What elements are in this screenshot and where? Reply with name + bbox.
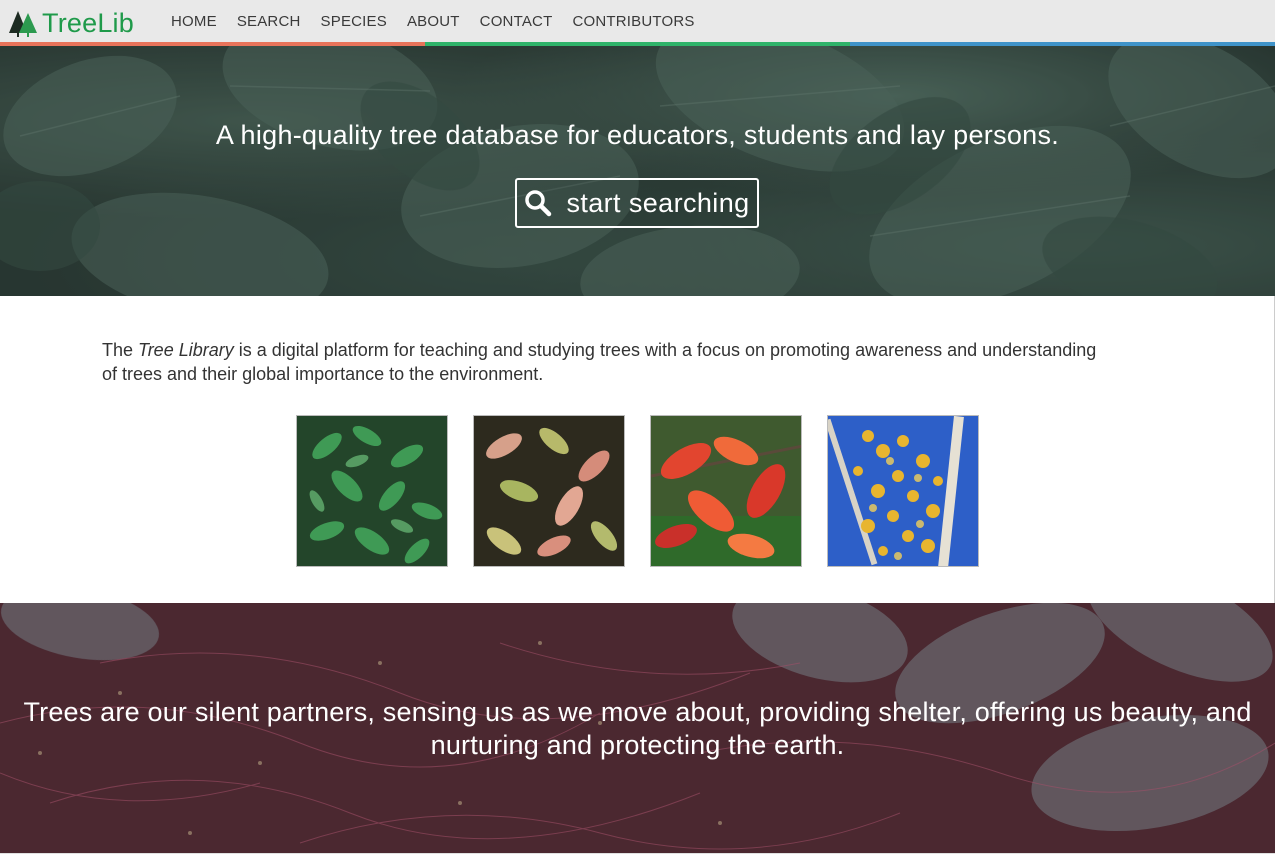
about-text-suffix: is a digital platform for teaching and s… [102, 340, 1097, 384]
red-leaves-image[interactable] [650, 415, 802, 567]
nav-contact[interactable]: CONTACT [470, 13, 563, 30]
hero-overlay [0, 46, 1275, 296]
search-icon [525, 190, 552, 217]
about-text: The Tree Library is a digital platform f… [102, 338, 1102, 386]
start-searching-label: start searching [566, 187, 750, 218]
thumbnail-gallery [296, 415, 979, 567]
brand-link[interactable]: TreeLib [8, 5, 134, 41]
nav-species[interactable]: SPECIES [311, 13, 397, 30]
about-text-prefix: The [102, 340, 139, 360]
green-leaves-image[interactable] [296, 415, 448, 567]
brand-name: TreeLib [42, 7, 134, 38]
quote-text: Trees are our silent partners, sensing u… [23, 697, 1252, 760]
hero-banner: A high-quality tree database for educato… [0, 46, 1275, 296]
start-searching-button[interactable]: start searching [515, 178, 759, 228]
nav-links: HOME SEARCH SPECIES ABOUT CONTACT CONTRI… [161, 0, 705, 43]
navbar: TreeLib HOME SEARCH SPECIES ABOUT CONTAC… [0, 0, 1275, 46]
nav-about[interactable]: ABOUT [397, 13, 470, 30]
page-footer-edge [0, 853, 1275, 868]
tree-library-emphasis: Tree Library [138, 340, 234, 360]
aspen-sky-image[interactable] [827, 415, 979, 567]
nav-contributors[interactable]: CONTRIBUTORS [562, 13, 704, 30]
nav-home[interactable]: HOME [161, 13, 227, 30]
nav-search[interactable]: SEARCH [227, 13, 311, 30]
tree-logo-icon [9, 11, 37, 37]
hero-tagline: A high-quality tree database for educato… [215, 120, 1060, 150]
about-section: The Tree Library is a digital platform f… [0, 296, 1275, 603]
quote-banner: Trees are our silent partners, sensing u… [0, 603, 1275, 853]
autumn-leaves-image[interactable] [473, 415, 625, 567]
